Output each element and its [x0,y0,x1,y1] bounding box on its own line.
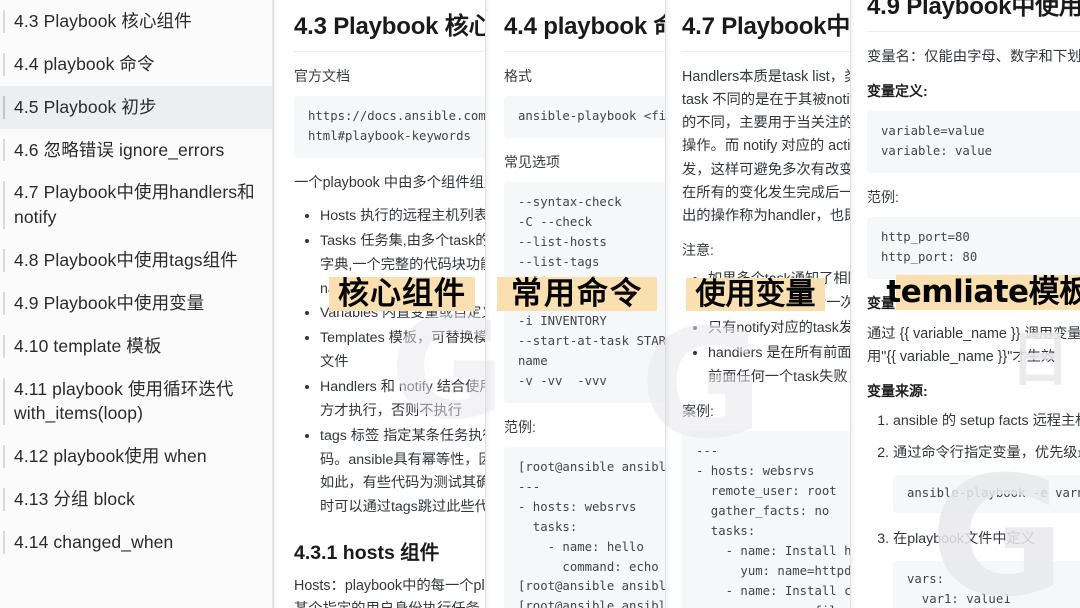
sidebar-item-label: 4.9 Playbook中使用变量 [14,293,204,313]
example-label: 范例: [867,187,1080,207]
list-item: Templates 模板，可替换模板文件中的变量并实现一些简单逻辑的文件 [320,327,485,375]
code-block-variable-definition[interactable]: variable=value variable: value [867,111,1080,173]
source-label: 变量来源: [867,381,1080,401]
sidebar-item-4-6[interactable]: 4.6 忽略错误 ignore_errors [0,129,272,172]
highlight-banner-text: 使用变量 [696,280,816,310]
highlight-banner-use-variables: 使用变量 [686,278,825,311]
sidebar-item-label: 4.12 playbook使用 when [14,446,207,466]
sidebar-item-4-13[interactable]: 4.13 分组 block [0,478,272,521]
case-label: 案例: [682,401,850,421]
intro-paragraph: 一个playbook 中由多个组件组成,其中有四个重要的组件 [294,172,485,195]
sidebar-item-label: 4.3 Playbook 核心组件 [14,11,192,31]
source-label-text: 变量来源: [867,383,928,399]
definition-label-text: 变量定义: [867,83,928,99]
list-item: Handlers 和 notify 结合使用，由特定条件触发的操作，满足条件方才… [320,376,485,424]
options-label: 常见选项 [504,152,665,172]
highlight-banner-text: 常用命令 [511,279,643,310]
hosts-description: Hosts：playbook中的每一个play的目的都是为了让某个或某些主机以某… [294,575,485,608]
highlight-banner-text: 核心组件 [338,279,466,310]
list-item: handlers 是在所有前面的tasks都成功执行才会执行，如果前面任何一个t… [708,342,850,390]
app-root: 4.3 Playbook 核心组件 4.4 playbook 命令 4.5 Pl… [0,0,1080,608]
official-doc-label: 官方文档 [294,66,485,86]
sidebar-item-4-3[interactable]: 4.3 Playbook 核心组件 [0,0,272,43]
sidebar-item-label: 4.8 Playbook中使用tags组件 [14,250,238,270]
list-item-label: 在playbook文件中定义 [893,531,1035,547]
code-block-playbook-vars[interactable]: vars: var1: value1 var2: value2 [893,561,1080,608]
list-item: 只有notify对应的task发生改变了才会通知handlers [708,317,850,341]
format-label: 格式 [504,66,665,86]
highlight-banner-template: temliate模板 [896,275,1080,310]
sidebar-item-4-7[interactable]: 4.7 Playbook中使用handlers和notify [0,171,272,239]
divider [682,51,850,52]
code-block-doc-url[interactable]: https://docs.ansible.com/ansible/latest/… [294,96,485,158]
sidebar-item-label: 4.13 分组 block [14,489,135,509]
sidebar-item-label: 4.11 playbook 使用循环迭代 with_items(loop) [14,379,234,424]
code-block-variable-example[interactable]: http_port=80 http_port: 80 [867,217,1080,279]
sidebar-item-label: 4.4 playbook 命令 [14,54,155,74]
sidebar-item-4-9[interactable]: 4.9 Playbook中使用变量 [0,282,272,325]
sidebar-item-4-12[interactable]: 4.12 playbook使用 when [0,435,272,478]
sidebar-item-4-14[interactable]: 4.14 changed_when [0,521,272,564]
sidebar-item-label: 4.5 Playbook 初步 [14,97,157,117]
highlight-banner-text: temliate模板 [886,277,1080,308]
note-label: 注意: [682,240,850,260]
sidebar-item-4-8[interactable]: 4.8 Playbook中使用tags组件 [0,239,272,282]
divider [867,31,1080,32]
sidebar-item-label: 4.10 template 模板 [14,336,162,356]
code-block-example[interactable]: [root@ansible ansible]#cat hello.yml ---… [504,447,665,608]
sidebar-item-4-11[interactable]: 4.11 playbook 使用循环迭代 with_items(loop) [0,368,272,436]
highlight-banner-core-components: 核心组件 [329,277,475,311]
sidebar-item-4-10[interactable]: 4.10 template 模板 [0,325,272,368]
list-item: 在playbook文件中定义 vars: var1: value1 var2: … [893,527,1080,608]
list-item-label: 通过命令行指定变量，优先级最高 [893,445,1080,461]
example-label: 范例: [504,417,665,437]
core-components-list: Hosts 执行的远程主机列表 Tasks 任务集,由多个task的元素组成的列… [294,205,485,520]
divider [294,51,485,52]
sidebar-item-label: 4.7 Playbook中使用handlers和notify [14,182,255,227]
list-item: 通过命令行指定变量，优先级最高 ansible-playbook -e varn… [893,441,1080,513]
divider [504,51,665,52]
page-title: 4.4 playbook 命令 [504,6,665,41]
variable-sources-list: ansible 的 setup facts 远程主机的所有变量都可直接调用 通过… [867,409,1080,608]
page-title: 4.9 Playbook中使用变量 [867,0,1080,21]
definition-label: 变量定义: [867,81,1080,101]
list-item: ansible 的 setup facts 远程主机的所有变量都可直接调用 [893,409,1080,433]
code-block-command-format[interactable]: ansible-playbook <filename.yml> ... [opt… [504,96,665,138]
sidebar-item-label: 4.6 忽略错误 ignore_errors [14,140,224,160]
sidebar-item-4-5[interactable]: 4.5 Playbook 初步 [0,86,272,129]
variable-name-rule: 变量名：仅能由字母、数字和下划线组成，且只能以字母开头 [867,46,1080,69]
code-block-handlers-case[interactable]: --- - hosts: websrvs remote_user: root g… [682,431,850,608]
sidebar-item-label: 4.14 changed_when [14,532,173,552]
intro-paragraph: Handlers本质是task list，类似于MySQL中的触发器行为，与ta… [682,66,850,228]
list-item: tags 标签 指定某条任务执行，用于选择运行playbook中的部分代码。an… [320,425,485,520]
call-description: 通过 {{ variable_name }} 调用变量，且变量名前后建议加空格，… [867,323,1080,369]
page-title: 4.3 Playbook 核心组件 [294,6,485,41]
page-title: 4.7 Playbook中使用handlers和notify [682,6,850,41]
section-heading-hosts: 4.3.1 hosts 组件 [294,536,485,565]
highlight-banner-common-commands: 常用命令 [497,277,657,311]
sidebar-item-4-4[interactable]: 4.4 playbook 命令 [0,43,272,86]
list-item: Hosts 执行的远程主机列表 [320,205,485,229]
code-block-cli-variable[interactable]: ansible-playbook -e varname=value [893,475,1080,513]
sidebar-toc[interactable]: 4.3 Playbook 核心组件 4.4 playbook 命令 4.5 Pl… [0,0,273,608]
